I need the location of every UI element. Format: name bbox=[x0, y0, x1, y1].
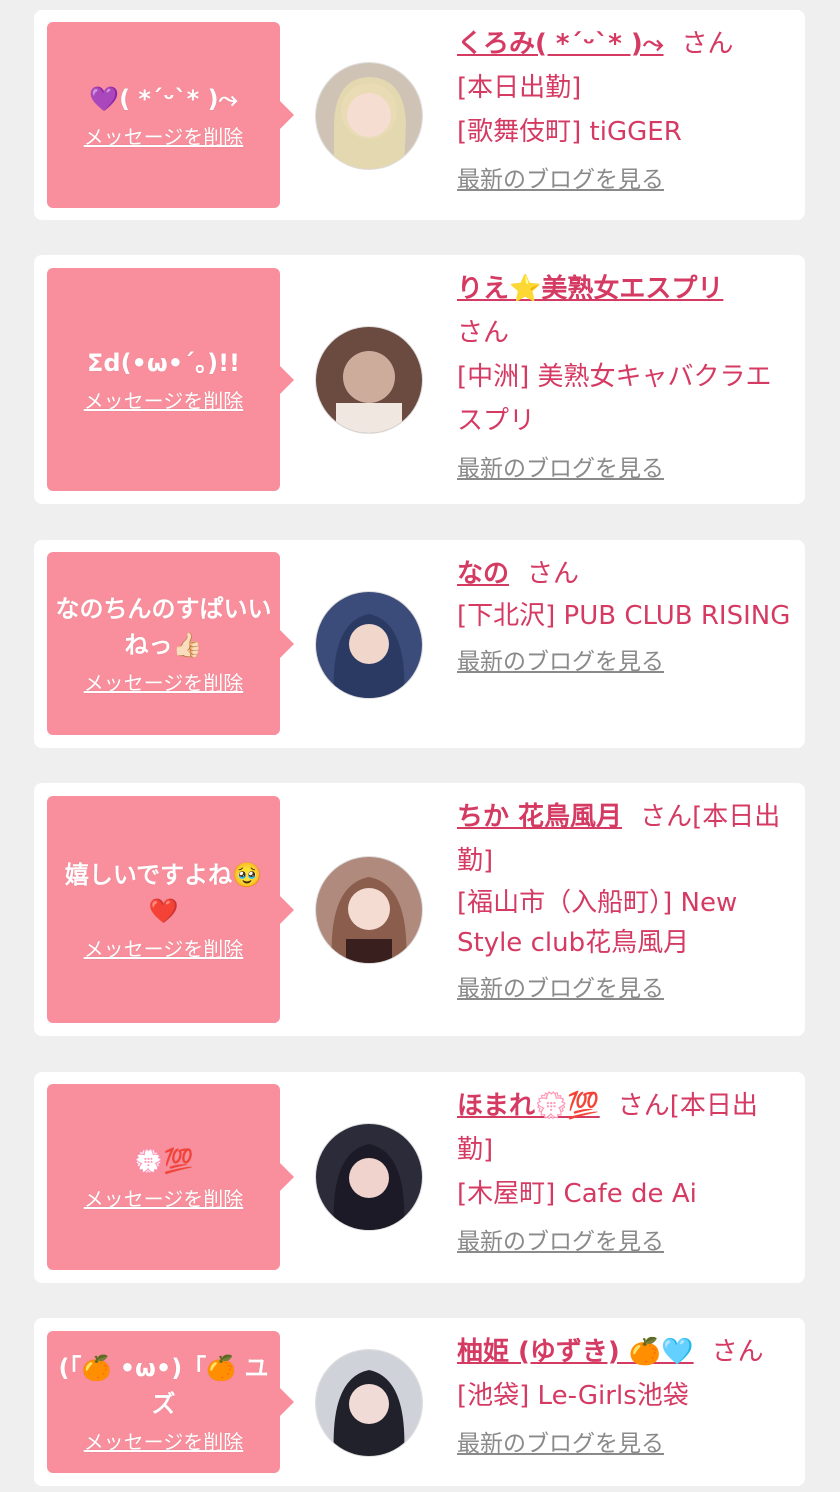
delete-message-link[interactable]: メッセージを削除 bbox=[84, 933, 244, 962]
shop-label: [下北沢] PUB CLUB RISING bbox=[457, 601, 791, 631]
message-text: なのちんのすぱいいねっ👍🏻 bbox=[55, 595, 272, 659]
girl-info: なの さん [下北沢] PUB CLUB RISING 最新のブログを見る bbox=[457, 552, 793, 683]
message-text: (「🍊 •ω•)「🍊 ユズ bbox=[58, 1353, 269, 1418]
shop-label: [木屋町] Cafe de Ai bbox=[457, 1179, 697, 1209]
message-text: 💜( *ˊᵕˋ* )⤳ bbox=[89, 84, 238, 113]
shop-label: [福山市（入船町）] New Style club花鳥風月 bbox=[457, 888, 738, 958]
message-bubble: なのちんのすぱいいねっ👍🏻 メッセージを削除 bbox=[47, 552, 294, 735]
latest-blog-link[interactable]: 最新のブログを見る bbox=[457, 1222, 664, 1262]
girl-name-link[interactable]: なの bbox=[457, 559, 509, 589]
latest-blog-link[interactable]: 最新のブログを見る bbox=[457, 449, 664, 489]
avatar[interactable] bbox=[315, 326, 423, 434]
avatar[interactable] bbox=[315, 1349, 423, 1457]
honorific: さん bbox=[711, 1337, 764, 1367]
girl-info: くろみ( *ˊᵕˋ* )⤳ さん [本日出勤] [歌舞伎町] tiGGER 最新の… bbox=[457, 22, 793, 201]
girl-info: ほまれ💮💯 さん[本日出勤] [木屋町] Cafe de Ai 最新のブログを見る bbox=[457, 1084, 793, 1263]
message-bubble: 💮💯 メッセージを削除 bbox=[47, 1084, 294, 1270]
message-card: 嬉しいですよね🥹❤️ メッセージを削除 ちか 花鳥風月 さん[本日出勤] [福山市… bbox=[34, 783, 805, 1036]
latest-blog-link[interactable]: 最新のブログを見る bbox=[457, 969, 664, 1009]
message-card: Σd(•ω•´。)!! メッセージを削除 りえ⭐美熟女エスプリ さん [中洲] … bbox=[34, 255, 805, 504]
girl-info: ちか 花鳥風月 さん[本日出勤] [福山市（入船町）] New Style clu… bbox=[457, 795, 793, 1010]
latest-blog-link[interactable]: 最新のブログを見る bbox=[457, 160, 664, 200]
avatar[interactable] bbox=[315, 62, 423, 170]
message-text: Σd(•ω•´。)!! bbox=[87, 349, 240, 377]
girl-name-link[interactable]: りえ⭐美熟女エスプリ bbox=[457, 274, 723, 304]
avatar[interactable] bbox=[315, 591, 423, 699]
avatar[interactable] bbox=[315, 856, 423, 964]
latest-blog-link[interactable]: 最新のブログを見る bbox=[457, 642, 664, 682]
girl-info: 柚姫 (ゆずき) 🍊🩵 さん [池袋] Le-Girls池袋 最新のブログを見る bbox=[457, 1330, 793, 1465]
girl-name-link[interactable]: ちか 花鳥風月 bbox=[457, 802, 622, 832]
message-card: 💮💯 メッセージを削除 ほまれ💮💯 さん[本日出勤] [木屋町] Cafe de … bbox=[34, 1072, 805, 1283]
honorific: さん bbox=[457, 318, 510, 348]
avatar[interactable] bbox=[315, 1123, 423, 1231]
attendance-status: [本日出勤] bbox=[457, 73, 582, 103]
delete-message-link[interactable]: メッセージを削除 bbox=[84, 121, 244, 150]
honorific: さん bbox=[681, 29, 734, 59]
girl-name-link[interactable]: くろみ( *ˊᵕˋ* )⤳ bbox=[457, 29, 664, 59]
girl-name-link[interactable]: 柚姫 (ゆずき) 🍊🩵 bbox=[457, 1337, 694, 1367]
honorific: さん bbox=[527, 559, 580, 589]
message-bubble: 嬉しいですよね🥹❤️ メッセージを削除 bbox=[47, 796, 294, 1023]
message-text: 嬉しいですよね🥹❤️ bbox=[64, 861, 263, 925]
message-card: 💜( *ˊᵕˋ* )⤳ メッセージを削除 くろみ( *ˊᵕˋ* )⤳ さん [本日… bbox=[34, 10, 805, 220]
delete-message-link[interactable]: メッセージを削除 bbox=[84, 385, 244, 414]
shop-label: [歌舞伎町] tiGGER bbox=[457, 117, 682, 147]
message-card: なのちんのすぱいいねっ👍🏻 メッセージを削除 なの さん [下北沢] PUB CL… bbox=[34, 540, 805, 748]
delete-message-link[interactable]: メッセージを削除 bbox=[84, 1183, 244, 1212]
shop-label: [池袋] Le-Girls池袋 bbox=[457, 1381, 689, 1411]
message-bubble: Σd(•ω•´。)!! メッセージを削除 bbox=[47, 268, 294, 491]
honorific: さん bbox=[617, 1091, 670, 1121]
shop-label: [中洲] 美熟女キャバクラエスプリ bbox=[457, 362, 772, 436]
latest-blog-link[interactable]: 最新のブログを見る bbox=[457, 1424, 664, 1464]
girl-name-link[interactable]: ほまれ💮💯 bbox=[457, 1091, 600, 1121]
message-text: 💮💯 bbox=[133, 1146, 194, 1175]
message-bubble: (「🍊 •ω•)「🍊 ユズ メッセージを削除 bbox=[47, 1331, 294, 1473]
girl-info: りえ⭐美熟女エスプリ さん [中洲] 美熟女キャバクラエスプリ 最新のブログを見… bbox=[457, 267, 793, 490]
honorific: さん bbox=[640, 802, 693, 832]
message-card: (「🍊 •ω•)「🍊 ユズ メッセージを削除 柚姫 (ゆずき) 🍊🩵 さん [池袋… bbox=[34, 1318, 805, 1486]
delete-message-link[interactable]: メッセージを削除 bbox=[84, 667, 244, 696]
delete-message-link[interactable]: メッセージを削除 bbox=[84, 1426, 244, 1455]
message-bubble: 💜( *ˊᵕˋ* )⤳ メッセージを削除 bbox=[47, 22, 294, 208]
